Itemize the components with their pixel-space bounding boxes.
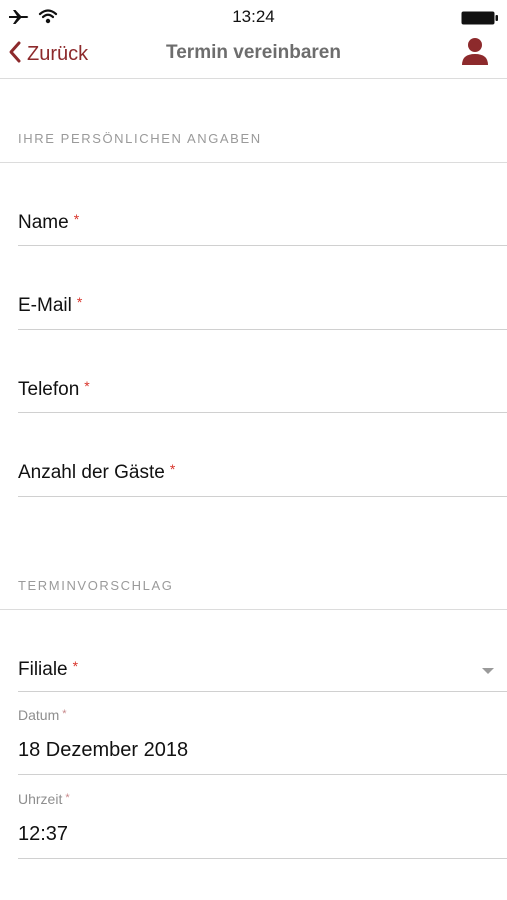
required-marker: *: [76, 294, 83, 310]
required-marker: *: [62, 708, 67, 720]
field-label: Telefon: [18, 379, 80, 400]
chevron-down-icon: [482, 668, 494, 674]
field-label: E-Mail: [18, 295, 72, 316]
battery-icon: [461, 10, 499, 31]
date-value: 18 Dezember 2018: [18, 739, 189, 761]
page-title: Termin vereinbaren: [166, 42, 341, 63]
branch-select[interactable]: Filiale *: [18, 658, 507, 692]
section-divider: [0, 162, 507, 163]
field-label: Anzahl der Gäste: [18, 462, 165, 483]
user-icon: [461, 38, 489, 71]
date-field[interactable]: Datum * 18 Dezember 2018: [18, 707, 507, 775]
name-field[interactable]: Name *: [18, 211, 507, 246]
time-field[interactable]: Uhrzeit * 12:37: [18, 791, 507, 859]
required-marker: *: [73, 211, 80, 227]
field-label: Uhrzeit: [18, 791, 63, 807]
field-label: Filiale: [18, 659, 68, 680]
section-header-appointment: TERMINVORSCHLAG: [18, 578, 174, 593]
required-marker: *: [72, 658, 79, 674]
required-marker: *: [84, 378, 90, 394]
status-bar: 13:24: [0, 0, 507, 34]
section-divider: [0, 609, 507, 610]
profile-button[interactable]: [461, 37, 489, 72]
email-field[interactable]: E-Mail *: [18, 294, 507, 330]
field-label: Name: [18, 212, 69, 233]
time-value: 12:37: [18, 823, 69, 845]
required-marker: *: [65, 792, 70, 804]
section-header-personal: IHRE PERSÖNLICHEN ANGABEN: [18, 131, 262, 146]
required-marker: *: [169, 461, 176, 477]
phone-field[interactable]: Telefon *: [18, 378, 507, 413]
nav-bar: Zurück Termin vereinbaren: [0, 32, 507, 79]
status-time: 13:24: [232, 7, 275, 26]
guest-count-field[interactable]: Anzahl der Gäste *: [18, 461, 507, 497]
field-label: Datum: [18, 707, 60, 723]
